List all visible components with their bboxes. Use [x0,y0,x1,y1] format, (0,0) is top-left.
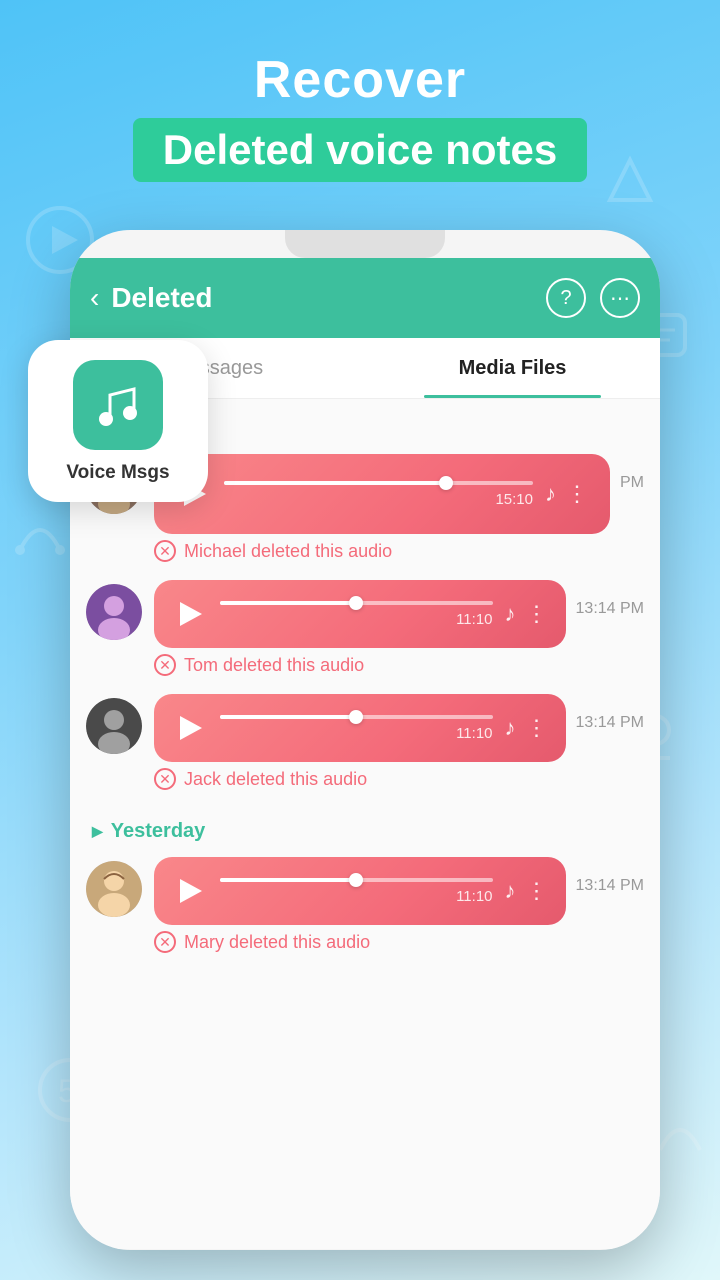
voice-badge-icon [73,360,163,450]
more-button[interactable]: ⋯ [600,278,640,318]
voice-badge-label: Voice Msgs [66,462,169,484]
music-note-icon: ♪ [505,601,516,627]
message-time: 13:14 PM [576,600,644,618]
deleted-icon: ✕ [154,931,176,953]
deleted-text: Tom deleted this audio [184,655,364,676]
more-options-icon[interactable]: ⋮ [526,715,548,741]
section-yesterday: Yesterday [70,802,660,851]
audio-bubble[interactable]: 15:10 ♪ ⋮ [154,454,610,534]
msg-content: 11:10 ♪ ⋮ ✕ Jack deleted this audio [154,694,566,800]
progress-bar[interactable] [224,481,533,485]
table-row: 11:10 ♪ ⋮ ✕ Tom deleted this audio 13:14… [70,574,660,688]
progress-bar[interactable] [220,878,493,882]
play-button[interactable] [172,596,208,632]
duration-label: 15:10 [224,491,533,508]
back-button[interactable]: ‹ [90,282,99,314]
music-note-icon [88,375,148,435]
more-options-icon[interactable]: ⋮ [526,601,548,627]
deleted-icon: ✕ [154,768,176,790]
header-subtitle: Deleted voice notes [163,126,557,173]
play-button[interactable] [172,710,208,746]
app-bar-title: Deleted [111,282,532,314]
table-row: 11:10 ♪ ⋮ ✕ Mary deleted this audio 13:1… [70,851,660,965]
msg-content: 11:10 ♪ ⋮ ✕ Tom deleted this audio [154,580,566,686]
header-subtitle-wrap: Deleted voice notes [133,118,587,182]
music-note-icon: ♪ [505,878,516,904]
deleted-icon: ✕ [154,540,176,562]
message-time: PM [620,474,644,492]
more-options-icon[interactable]: ⋮ [566,481,588,507]
help-button[interactable]: ? [546,278,586,318]
deleted-text: Michael deleted this audio [184,541,392,562]
avatar [86,861,142,917]
waveform: 11:10 [220,715,493,742]
play-button[interactable] [172,873,208,909]
deleted-label: ✕ Jack deleted this audio [154,762,566,800]
avatar [86,698,142,754]
music-note-icon: ♪ [505,715,516,741]
more-options-icon[interactable]: ⋮ [526,878,548,904]
message-time: 13:14 PM [576,714,644,732]
duration-label: 11:10 [220,888,493,905]
deleted-text: Jack deleted this audio [184,769,367,790]
avatar [86,584,142,640]
waveform: 15:10 [224,481,533,508]
deleted-text: Mary deleted this audio [184,932,370,953]
msg-content: 11:10 ♪ ⋮ ✕ Mary deleted this audio [154,857,566,963]
deleted-label: ✕ Mary deleted this audio [154,925,566,963]
waveform: 11:10 [220,878,493,905]
deleted-label: ✕ Michael deleted this audio [154,534,610,572]
tab-media-files[interactable]: Media Files [365,338,660,398]
header-title: Recover [0,50,720,110]
table-row: 11:10 ♪ ⋮ ✕ Jack deleted this audio 13:1… [70,688,660,802]
progress-bar[interactable] [220,715,493,719]
msg-content: 15:10 ♪ ⋮ ✕ Michael deleted this audio [154,454,610,572]
deleted-label: ✕ Tom deleted this audio [154,648,566,686]
audio-bubble[interactable]: 11:10 ♪ ⋮ [154,857,566,925]
music-note-icon: ♪ [545,481,556,507]
content-area: Today 15:10 [70,399,660,1249]
deleted-icon: ✕ [154,654,176,676]
app-bar: ‹ Deleted ? ⋯ [70,258,660,338]
voice-msgs-badge: Voice Msgs [28,340,208,502]
tab-media-files-label: Media Files [459,357,567,380]
waveform: 11:10 [220,601,493,628]
header-area: Recover Deleted voice notes [0,50,720,182]
message-time: 13:14 PM [576,877,644,895]
duration-label: 11:10 [220,725,493,742]
audio-bubble[interactable]: 11:10 ♪ ⋮ [154,580,566,648]
audio-bubble[interactable]: 11:10 ♪ ⋮ [154,694,566,762]
duration-label: 11:10 [220,611,493,628]
progress-bar[interactable] [220,601,493,605]
